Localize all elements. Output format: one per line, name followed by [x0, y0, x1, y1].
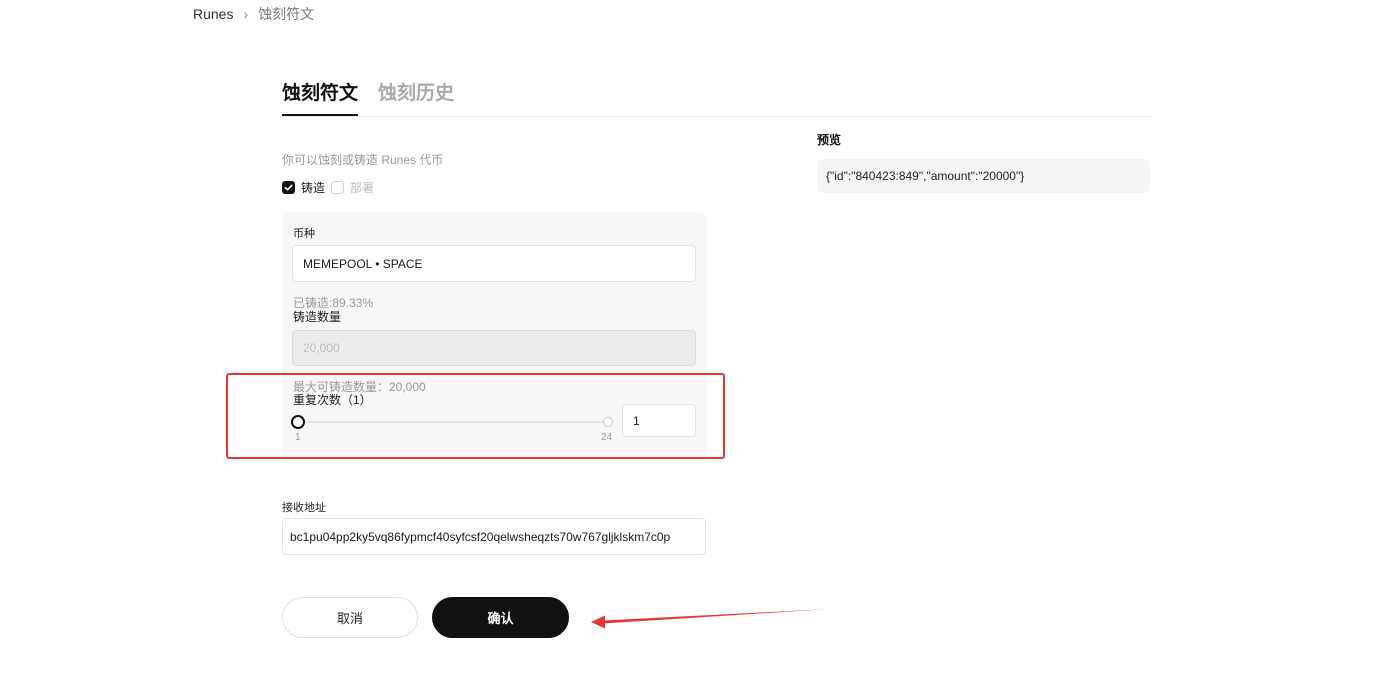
- breadcrumb: Runes › 蚀刻符文: [193, 4, 314, 24]
- mint-settings-card: 币种 已铸造:89.33% 铸造数量 最大可铸造数量：20,000 重复次数（1…: [282, 212, 706, 462]
- token-input[interactable]: [292, 245, 696, 282]
- mint-checkbox[interactable]: 铸造: [282, 179, 325, 196]
- breadcrumb-current: 蚀刻符文: [258, 6, 315, 22]
- tab-bar: 蚀刻符文 蚀刻历史: [282, 78, 454, 116]
- slider-handle[interactable]: [291, 415, 305, 429]
- checkbox-box[interactable]: [331, 181, 345, 194]
- receive-address-label: 接收地址: [282, 502, 326, 514]
- deploy-checkbox-label: 部署: [350, 181, 375, 195]
- mint-checkbox-label: 铸造: [301, 181, 326, 195]
- chevron-right-icon: ›: [243, 6, 249, 22]
- checkbox-box[interactable]: [282, 181, 295, 194]
- receive-address-input[interactable]: [282, 518, 706, 555]
- preview-json-box: {"id":"840423:849","amount":"20000"}: [817, 159, 1150, 193]
- slider-max-label: 24: [601, 432, 613, 443]
- checkmark-icon: [284, 184, 293, 191]
- tab-divider: [282, 116, 1152, 117]
- mode-options: 铸造 部署: [282, 179, 380, 196]
- repeat-slider[interactable]: [291, 415, 613, 429]
- mint-amount-input: [292, 330, 696, 366]
- confirm-button[interactable]: 确认: [432, 597, 569, 638]
- preview-title: 预览: [817, 133, 842, 147]
- breadcrumb-root-link[interactable]: Runes: [193, 6, 233, 22]
- deploy-checkbox[interactable]: 部署: [331, 179, 374, 196]
- tab-etch-history[interactable]: 蚀刻历史: [378, 78, 454, 116]
- mint-amount-label: 铸造数量: [293, 310, 342, 324]
- token-label: 币种: [293, 228, 315, 240]
- slider-max-dot: [603, 417, 613, 427]
- form-intro-text: 你可以蚀刻或铸造 Runes 代币: [282, 153, 444, 167]
- tab-etch-rune[interactable]: 蚀刻符文: [282, 78, 359, 116]
- slider-min-label: 1: [295, 432, 301, 443]
- repeat-count-label: 重复次数（1）: [293, 393, 372, 407]
- repeat-count-input[interactable]: [622, 404, 696, 437]
- slider-track[interactable]: [298, 421, 608, 423]
- cancel-button[interactable]: 取消: [282, 597, 418, 638]
- annotation-arrow-icon: [591, 609, 830, 629]
